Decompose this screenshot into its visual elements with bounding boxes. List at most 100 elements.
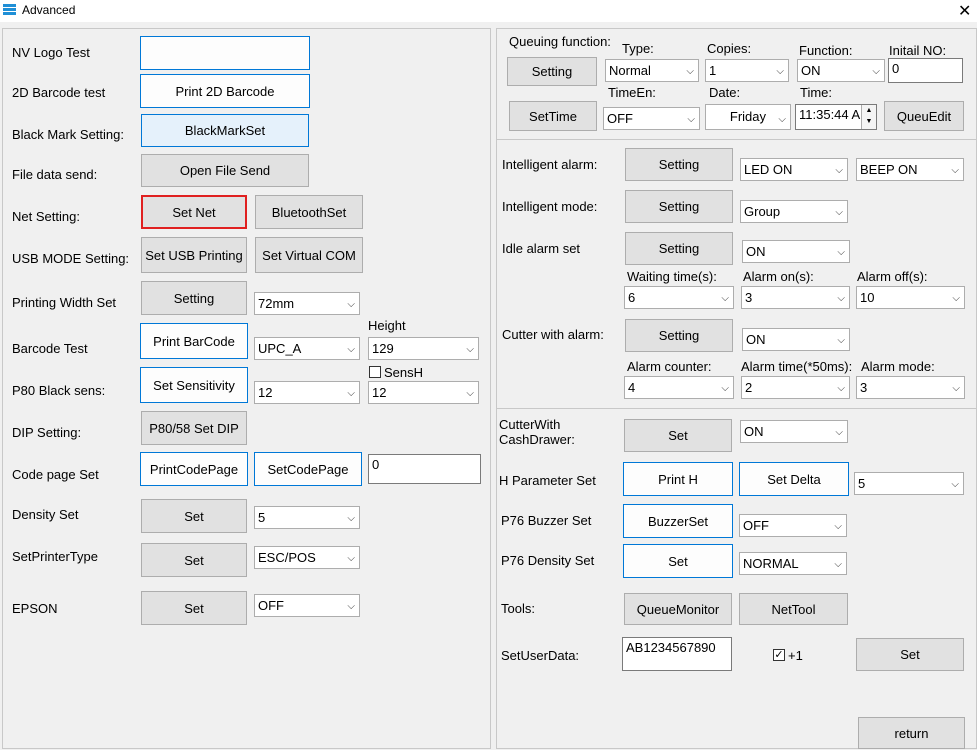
density-select[interactable]: 5 ⌵ xyxy=(254,506,360,529)
beep-select[interactable]: BEEP ON ⌵ xyxy=(856,158,964,181)
cutter-alarm-label: Cutter with alarm: xyxy=(502,327,604,342)
spin-up-icon[interactable]: ▲ xyxy=(862,105,876,116)
time-spinner[interactable]: ▲ ▼ xyxy=(861,105,876,129)
print-code-page-button[interactable]: PrintCodePage xyxy=(140,452,248,486)
alarm-on-select[interactable]: 3 ⌵ xyxy=(741,286,850,309)
function-select[interactable]: ON ⌵ xyxy=(797,59,885,82)
queuing-function-label: Queuing function: xyxy=(509,34,611,49)
initial-no-input[interactable]: 0 xyxy=(888,58,963,83)
queue-type-select[interactable]: Normal ⌵ xyxy=(605,59,699,82)
chevron-down-icon: ⌵ xyxy=(721,383,729,394)
alarm-mode-select[interactable]: 3 ⌵ xyxy=(856,376,965,399)
code-page-label: Code page Set xyxy=(12,467,99,482)
width-setting-button[interactable]: Setting xyxy=(141,281,247,315)
printing-width-label: Printing Width Set xyxy=(12,295,117,310)
app-icon xyxy=(3,4,16,16)
p76-density-set-button[interactable]: Set xyxy=(623,544,733,578)
alarm-counter-select[interactable]: 4 ⌵ xyxy=(624,376,734,399)
cutter-alarm-select[interactable]: ON ⌵ xyxy=(742,328,850,351)
cashdrawer-select[interactable]: ON ⌵ xyxy=(740,420,848,443)
p76-density-label: P76 Density Set xyxy=(501,553,595,568)
intelligent-alarm-setting-button[interactable]: Setting xyxy=(625,148,733,181)
set-sensitivity-button[interactable]: Set Sensitivity xyxy=(140,367,248,403)
tools-label: Tools: xyxy=(501,601,535,616)
chevron-down-icon: ⌵ xyxy=(347,299,355,310)
cutter-alarm-setting-button[interactable]: Setting xyxy=(625,319,733,352)
density-set-label: Density Set xyxy=(12,507,79,522)
buzzer-select[interactable]: OFF ⌵ xyxy=(739,514,847,537)
idle-alarm-setting-button[interactable]: Setting xyxy=(625,232,733,265)
cashdrawer-set-button[interactable]: Set xyxy=(624,419,732,452)
copies-select[interactable]: 1 ⌵ xyxy=(705,59,789,82)
queue-edit-button[interactable]: QueuEdit xyxy=(884,101,964,131)
nettool-button[interactable]: NetTool xyxy=(739,593,848,625)
code-page-input[interactable]: 0 xyxy=(368,454,481,484)
led-select[interactable]: LED ON ⌵ xyxy=(740,158,848,181)
initial-no-label: Initail NO: xyxy=(889,43,947,58)
print-barcode-button[interactable]: Print BarCode xyxy=(140,323,248,359)
epson-select[interactable]: OFF ⌵ xyxy=(254,594,360,617)
chevron-down-icon: ⌵ xyxy=(776,66,784,77)
function-label: Function: xyxy=(799,43,853,58)
intelligent-mode-setting-button[interactable]: Setting xyxy=(625,190,733,223)
waiting-time-select[interactable]: 6 ⌵ xyxy=(624,286,734,309)
set-delta-button[interactable]: Set Delta xyxy=(739,462,849,496)
date-picker[interactable]: Friday ⌵ xyxy=(705,104,791,130)
time-input[interactable]: 11:35:44 AM ▲ ▼ xyxy=(795,104,877,130)
intelligent-mode-select[interactable]: Group ⌵ xyxy=(740,200,848,223)
p76-density-select[interactable]: NORMAL ⌵ xyxy=(739,552,847,575)
p80-black-sens-label: P80 Black sens: xyxy=(12,383,106,398)
print-2d-barcode-button[interactable]: Print 2D Barcode xyxy=(140,74,310,108)
queue-monitor-button[interactable]: QueueMonitor xyxy=(624,593,732,625)
buzzer-set-button[interactable]: BuzzerSet xyxy=(623,504,733,538)
close-icon[interactable]: ✕ xyxy=(958,1,971,21)
chevron-down-icon: ⌵ xyxy=(835,427,843,438)
spin-down-icon[interactable]: ▼ xyxy=(862,116,876,127)
chevron-down-icon: ⌵ xyxy=(951,165,959,176)
set-dip-button[interactable]: P80/58 Set DIP xyxy=(141,411,247,445)
print-h-button[interactable]: Print H xyxy=(623,462,733,496)
printer-type-select[interactable]: ESC/POS ⌵ xyxy=(254,546,360,569)
set-time-button[interactable]: SetTime xyxy=(509,101,597,131)
user-data-set-button[interactable]: Set xyxy=(856,638,964,671)
set-usb-printing-button[interactable]: Set USB Printing xyxy=(141,237,247,273)
chevron-down-icon: ⌵ xyxy=(347,553,355,564)
bluetooth-set-button[interactable]: BluetoothSet xyxy=(255,195,363,229)
chevron-down-icon: ⌵ xyxy=(834,521,842,532)
set-net-button[interactable]: Set Net xyxy=(141,195,247,229)
barcode-type-select[interactable]: UPC_A ⌵ xyxy=(254,337,360,360)
divider-alarm xyxy=(497,408,977,409)
time-label: Time: xyxy=(800,85,833,100)
plus1-checkbox[interactable]: ✓ xyxy=(773,649,785,661)
chevron-down-icon: ⌵ xyxy=(837,335,845,346)
return-button[interactable]: return xyxy=(858,717,965,749)
dip-setting-label: DIP Setting: xyxy=(12,425,82,440)
nv-logo-label: NV Logo Test xyxy=(12,45,90,60)
alarm-off-select[interactable]: 10 ⌵ xyxy=(856,286,965,309)
nv-logo-button[interactable] xyxy=(140,36,310,70)
barcode-height-select[interactable]: 129 ⌵ xyxy=(368,337,479,360)
queue-setting-button[interactable]: Setting xyxy=(507,57,597,86)
sensh-select[interactable]: 12 ⌵ xyxy=(368,381,479,404)
user-data-input[interactable]: AB1234567890 xyxy=(622,637,732,671)
black-mark-set-button[interactable]: BlackMarkSet xyxy=(141,114,309,147)
window-title: Advanced xyxy=(22,3,76,17)
printing-width-select[interactable]: 72mm ⌵ xyxy=(254,292,360,315)
idle-alarm-select[interactable]: ON ⌵ xyxy=(742,240,850,263)
epson-set-button[interactable]: Set xyxy=(141,591,247,625)
set-virtual-com-button[interactable]: Set Virtual COM xyxy=(255,237,363,273)
density-set-button[interactable]: Set xyxy=(141,499,247,533)
chevron-down-icon: ⌵ xyxy=(835,207,843,218)
h-parameter-select[interactable]: 5 ⌵ xyxy=(854,472,964,495)
sensh-checkbox[interactable] xyxy=(369,366,381,378)
chevron-down-icon: ⌵ xyxy=(347,388,355,399)
waiting-time-label: Waiting time(s): xyxy=(627,269,717,284)
printer-type-set-button[interactable]: Set xyxy=(141,543,247,577)
set-code-page-button[interactable]: SetCodePage xyxy=(254,452,362,486)
plus1-label: +1 xyxy=(788,648,803,663)
p80-sensitivity-select[interactable]: 12 ⌵ xyxy=(254,381,360,404)
open-file-send-button[interactable]: Open File Send xyxy=(141,154,309,187)
time-en-select[interactable]: OFF ⌵ xyxy=(603,107,700,130)
printer-type-label: SetPrinterType xyxy=(12,549,98,564)
alarm-time-select[interactable]: 2 ⌵ xyxy=(741,376,850,399)
